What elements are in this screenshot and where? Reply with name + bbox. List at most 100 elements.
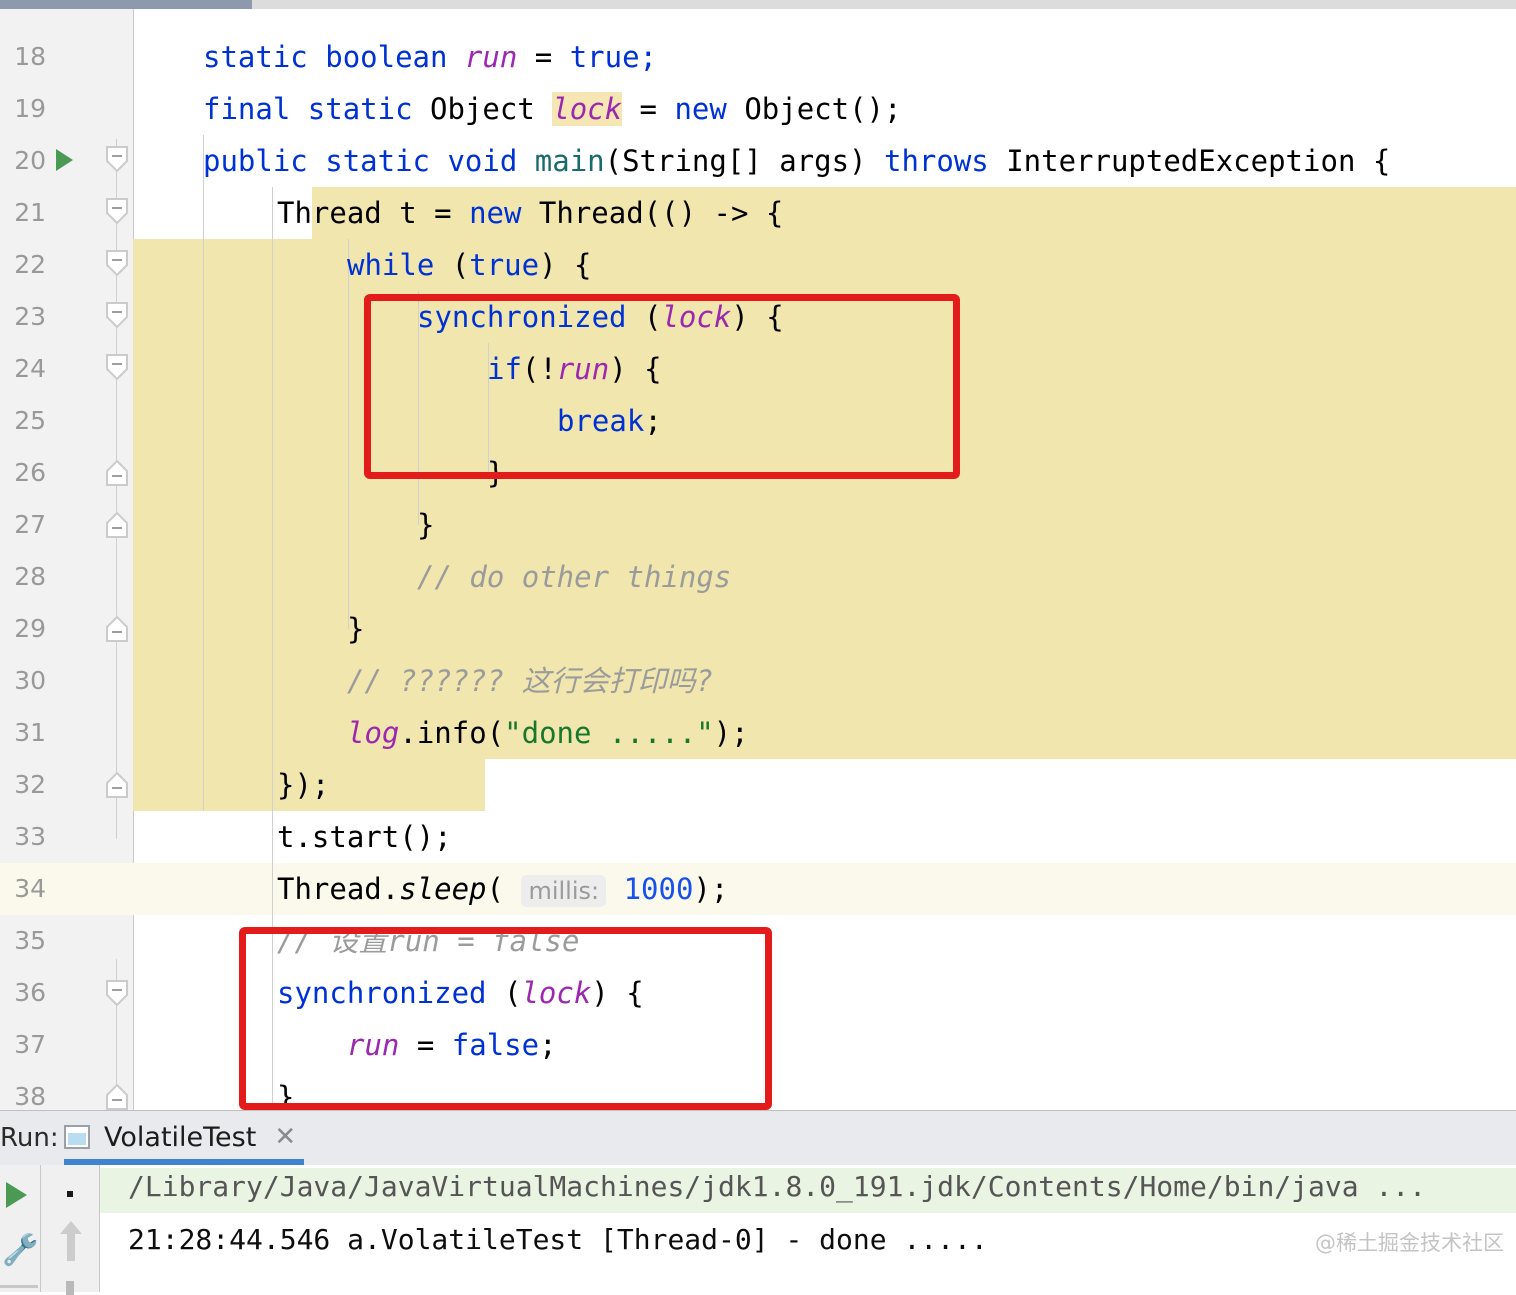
fold-end-icon-line32[interactable]	[105, 771, 129, 799]
line-content[interactable]: t.start();	[134, 811, 452, 863]
code-line-19[interactable]: 19 final static Object lock = new Object…	[0, 83, 1516, 135]
line-number: 33	[14, 822, 46, 851]
code-editor[interactable]: 18 static boolean run = true; 19 final s…	[0, 9, 1516, 1110]
token-keyword: static	[307, 92, 413, 126]
watermark: @稀土掘金技术社区	[1315, 1231, 1504, 1255]
token-call-tstart: t.start();	[277, 820, 452, 854]
line-content[interactable]: while (true) {	[134, 239, 591, 291]
token-brace: }	[417, 508, 435, 542]
fold-start-icon-line20[interactable]	[105, 145, 129, 173]
line-content[interactable]: }	[134, 603, 364, 655]
line-content[interactable]: Thread.sleep( millis: 1000);	[134, 863, 728, 915]
token-keyword-if: if	[487, 352, 522, 386]
line-content[interactable]: run = false;	[134, 1019, 557, 1071]
fold-start-icon-line21[interactable]	[105, 197, 129, 225]
fold-end-icon-line26[interactable]	[105, 459, 129, 487]
wrench-icon[interactable]: 🔧	[2, 1233, 39, 1268]
close-icon[interactable]: ✕	[274, 1122, 296, 1152]
token-field-lock: lock	[661, 300, 732, 334]
code-line-36[interactable]: 36 synchronized (lock) {	[0, 967, 1516, 1019]
line-content[interactable]: });	[134, 759, 329, 811]
line-number: 21	[14, 198, 46, 227]
fold-connector	[116, 139, 117, 839]
code-line-32[interactable]: 32 });	[0, 759, 1516, 811]
horizontal-scrollbar[interactable]	[0, 0, 1516, 9]
line-content[interactable]: // 设置run = false	[134, 915, 579, 967]
code-line-18[interactable]: 18 static boolean run = true;	[0, 31, 1516, 83]
line-content[interactable]: }	[134, 1071, 294, 1110]
line-content[interactable]: if(!run) {	[134, 343, 662, 395]
line-content[interactable]: break;	[134, 395, 662, 447]
fold-start-icon-line24[interactable]	[105, 353, 129, 381]
token-type-object: Object	[430, 92, 553, 126]
code-line-37[interactable]: 37 run = false;	[0, 1019, 1516, 1071]
line-number: 19	[14, 94, 46, 123]
line-content[interactable]: synchronized (lock) {	[134, 967, 644, 1019]
line-content[interactable]: public static void main(String[] args) t…	[134, 135, 1390, 187]
token-operator: =	[622, 92, 675, 126]
code-line-33[interactable]: 33 t.start();	[0, 811, 1516, 863]
line-number: 24	[14, 354, 46, 383]
line-number: 22	[14, 250, 46, 279]
token-comment-chinese: // 设置run = false	[277, 924, 580, 958]
token-literal-true: true	[469, 248, 540, 282]
code-line-20[interactable]: 20 public static void main(String[] args…	[0, 135, 1516, 187]
line-number: 31	[14, 718, 46, 747]
run-gutter-icon[interactable]	[56, 149, 73, 171]
token-method-info: .info(	[399, 716, 505, 750]
fold-end-icon-line29[interactable]	[105, 615, 129, 643]
scroll-up-icon[interactable]	[58, 1217, 84, 1265]
token-keyword-synchronized: synchronized	[417, 300, 627, 334]
fold-start-icon-line22[interactable]	[105, 249, 129, 277]
rerun-icon[interactable]	[6, 1182, 27, 1208]
token-brace: }	[347, 612, 365, 646]
line-number: 18	[14, 42, 46, 71]
code-line-35[interactable]: 35 // 设置run = false	[0, 915, 1516, 967]
line-number: 38	[14, 1082, 46, 1110]
token-string: "done ....."	[504, 716, 714, 750]
token-method-main: main	[534, 144, 605, 178]
parameter-hint-millis: millis:	[521, 875, 607, 907]
run-tool-window[interactable]: Run: VolatileTest ✕ 🔧 /Library/Java/Java…	[0, 1110, 1516, 1295]
line-content[interactable]: // ?????? 这行会打印吗?	[134, 655, 713, 707]
line-content[interactable]: static boolean run = true;	[134, 31, 657, 83]
fold-start-icon-line23[interactable]	[105, 301, 129, 329]
token-operator: =	[517, 40, 570, 74]
line-content[interactable]: }	[134, 499, 434, 551]
fold-start-icon-line36[interactable]	[105, 979, 129, 1007]
line-content[interactable]: }	[134, 447, 504, 499]
line-content[interactable]: synchronized (lock) {	[134, 291, 784, 343]
token-keyword-synchronized: synchronized	[277, 976, 487, 1010]
line-number: 29	[14, 614, 46, 643]
line-content[interactable]: Thread t = new Thread(() -> {	[134, 187, 783, 239]
line-number: 32	[14, 770, 46, 799]
token-brace: }	[487, 456, 505, 490]
fold-end-icon-line38[interactable]	[105, 1083, 129, 1110]
console-toolbar[interactable]: 🔧	[0, 1165, 100, 1295]
token-lambda-close: });	[277, 768, 330, 802]
line-number: 34	[14, 874, 46, 903]
token-brace: }	[277, 1080, 295, 1110]
fold-end-icon-line27[interactable]	[105, 511, 129, 539]
scrollbar-thumb[interactable]	[0, 0, 252, 9]
token-field-run: run	[464, 40, 518, 74]
token-field-run: run	[556, 352, 610, 386]
console-output[interactable]: /Library/Java/JavaVirtualMachines/jdk1.8…	[100, 1165, 1516, 1292]
token-keyword: new	[674, 92, 727, 126]
token-constructor: Object();	[744, 92, 902, 126]
console-command-line: /Library/Java/JavaVirtualMachines/jdk1.8…	[128, 1170, 1427, 1203]
run-tab-label: VolatileTest	[104, 1121, 257, 1153]
token-field-lock: lock	[552, 92, 623, 126]
token-number: 1000	[623, 872, 694, 906]
code-line-38[interactable]: 38 }	[0, 1071, 1516, 1110]
token-keyword: static	[203, 40, 308, 74]
stop-dot-icon[interactable]	[67, 1191, 73, 1197]
token-literal-true: true;	[569, 40, 658, 74]
line-content[interactable]: log.info("done .....");	[134, 707, 749, 759]
line-number: 37	[14, 1030, 46, 1059]
run-tab-volatiletest[interactable]: VolatileTest ✕	[64, 1114, 296, 1160]
line-number: 36	[14, 978, 46, 1007]
scroll-down-icon[interactable]	[66, 1281, 74, 1295]
line-content[interactable]: final static Object lock = new Object();	[134, 83, 901, 135]
line-content[interactable]: // do other things	[134, 551, 731, 603]
